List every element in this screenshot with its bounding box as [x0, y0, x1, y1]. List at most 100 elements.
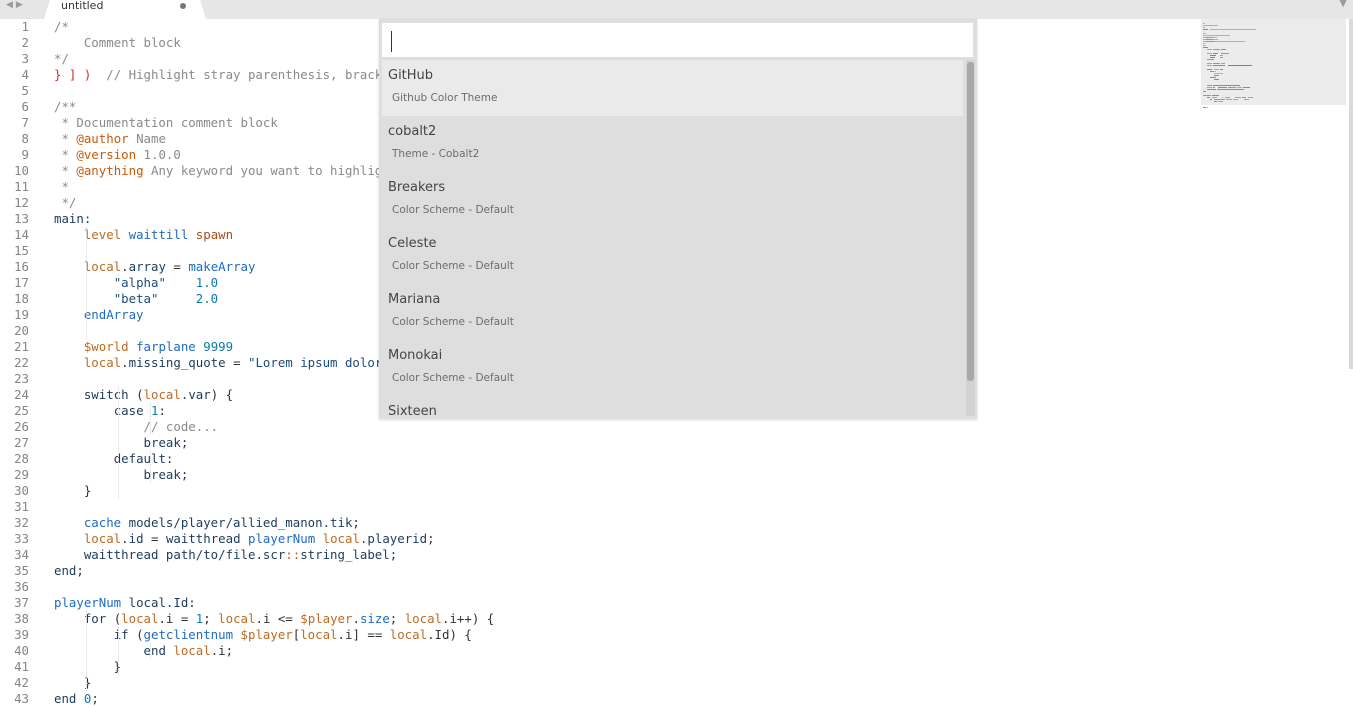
code-token: local	[83, 355, 122, 370]
code-line[interactable]	[54, 499, 1353, 515]
item-subtitle: Color Scheme - Default	[392, 260, 514, 272]
minimap-token	[1207, 69, 1212, 70]
quick-panel-item[interactable]: Breakers Color Scheme - Default	[382, 172, 963, 228]
code-token: *	[54, 147, 77, 162]
minimap[interactable]	[1201, 19, 1346, 108]
code-token: local	[404, 611, 443, 626]
minimap-token	[1203, 91, 1206, 92]
quick-panel-item[interactable]: SixteenColor Scheme - Default	[382, 396, 963, 419]
minimap-token	[1213, 49, 1220, 50]
minimap-token	[1203, 23, 1205, 24]
code-token: getclientnum	[143, 627, 234, 642]
code-line[interactable]: // code...	[54, 419, 1353, 435]
code-line[interactable]: break;	[54, 435, 1353, 451]
quick-panel-scroll-thumb[interactable]	[967, 62, 974, 381]
quick-panel-input[interactable]	[382, 23, 973, 57]
code-token: .	[352, 611, 360, 626]
minimap-token	[1203, 27, 1205, 28]
code-token: *	[54, 163, 77, 178]
code-line[interactable]: end;	[54, 563, 1353, 579]
code-token: */	[54, 195, 77, 210]
minimap-token	[1222, 97, 1223, 98]
code-token: 2.0	[195, 291, 219, 306]
code-line[interactable]: }	[54, 675, 1353, 691]
quick-panel-item[interactable]: GitHub Github Color Theme	[382, 60, 963, 116]
code-line[interactable]: waitthread path/to/file.scr::string_labe…	[54, 547, 1353, 563]
code-token: @anything	[76, 163, 144, 178]
minimap-token	[1214, 41, 1245, 42]
quick-panel-item[interactable]: cobalt2 Theme - Cobalt2	[382, 116, 963, 172]
modified-dot-icon[interactable]	[180, 3, 186, 9]
quick-panel-item[interactable]: Mariana Color Scheme - Default	[382, 284, 963, 340]
code-token: */	[54, 51, 69, 66]
minimap-token	[1210, 29, 1256, 30]
minimap-token	[1214, 73, 1223, 74]
chevron-down-icon[interactable]: ▼	[1339, 0, 1347, 9]
minimap-token	[1221, 63, 1225, 64]
code-token: Name	[128, 131, 166, 146]
code-token: // code...	[143, 419, 219, 434]
minimap-token	[1207, 87, 1212, 88]
minimap-token	[1203, 47, 1208, 48]
line-number: 10	[14, 163, 29, 178]
code-line[interactable]: if (getclientnum $player[local.i] == loc…	[54, 627, 1353, 643]
line-number: 15	[14, 243, 29, 258]
code-line[interactable]: for (local.i = 1; local.i <= $player.siz…	[54, 611, 1353, 627]
code-token: array	[128, 259, 166, 274]
code-token: =	[165, 259, 189, 274]
quick-panel-item[interactable]: Monokai Color Scheme - Default	[382, 340, 963, 396]
code-token: .i++) {	[442, 611, 495, 626]
code-token: .i <=	[255, 611, 301, 626]
minimap-token	[1225, 97, 1230, 98]
minimap-token	[1203, 29, 1208, 30]
minimap-token	[1214, 75, 1219, 76]
code-token: waitthread	[165, 531, 241, 546]
quick-panel-item[interactable]: Celeste Color Scheme - Default	[382, 228, 963, 284]
line-number: 41	[14, 659, 29, 674]
code-line[interactable]: default:	[54, 451, 1353, 467]
code-line[interactable]: end local.i;	[54, 643, 1353, 659]
minimap-token	[1221, 49, 1226, 50]
code-token: =	[143, 531, 166, 546]
code-line[interactable]: cache models/player/allied_manon.tik;	[54, 515, 1353, 531]
nav-arrows-icon[interactable]: ◀▶	[6, 0, 26, 12]
editor-scrollbar[interactable]	[1349, 19, 1353, 369]
code-line[interactable]: }	[54, 483, 1353, 499]
code-token: default	[113, 451, 166, 466]
code-line[interactable]: break;	[54, 467, 1353, 483]
minimap-token	[1210, 77, 1216, 78]
indent-guide	[118, 627, 119, 675]
code-line[interactable]: end 0;	[54, 691, 1353, 707]
minimap-token	[1203, 45, 1206, 46]
code-line[interactable]: local.id = waitthread playerNum local.pl…	[54, 531, 1353, 547]
code-line[interactable]	[54, 579, 1353, 595]
tab-untitled[interactable]: untitled	[44, 0, 206, 19]
code-line[interactable]: playerNum local.Id:	[54, 595, 1353, 611]
minimap-token	[1207, 53, 1212, 54]
code-token: local	[121, 611, 159, 626]
code-token: end	[143, 643, 166, 658]
minimap-token	[1206, 39, 1213, 40]
code-token: .	[121, 259, 129, 274]
line-number: 26	[14, 419, 29, 434]
minimap-token	[1221, 53, 1229, 54]
code-token: * Documentation comment block	[54, 115, 278, 130]
tab-bar: ◀▶ untitled ▼	[0, 0, 1353, 19]
indent-guide	[150, 451, 151, 483]
minimap-token	[1220, 69, 1223, 70]
minimap-token	[1226, 99, 1232, 100]
item-subtitle: Color Scheme - Default	[392, 316, 514, 328]
item-subtitle: Theme - Cobalt2	[392, 148, 480, 160]
code-line[interactable]: }	[54, 659, 1353, 675]
